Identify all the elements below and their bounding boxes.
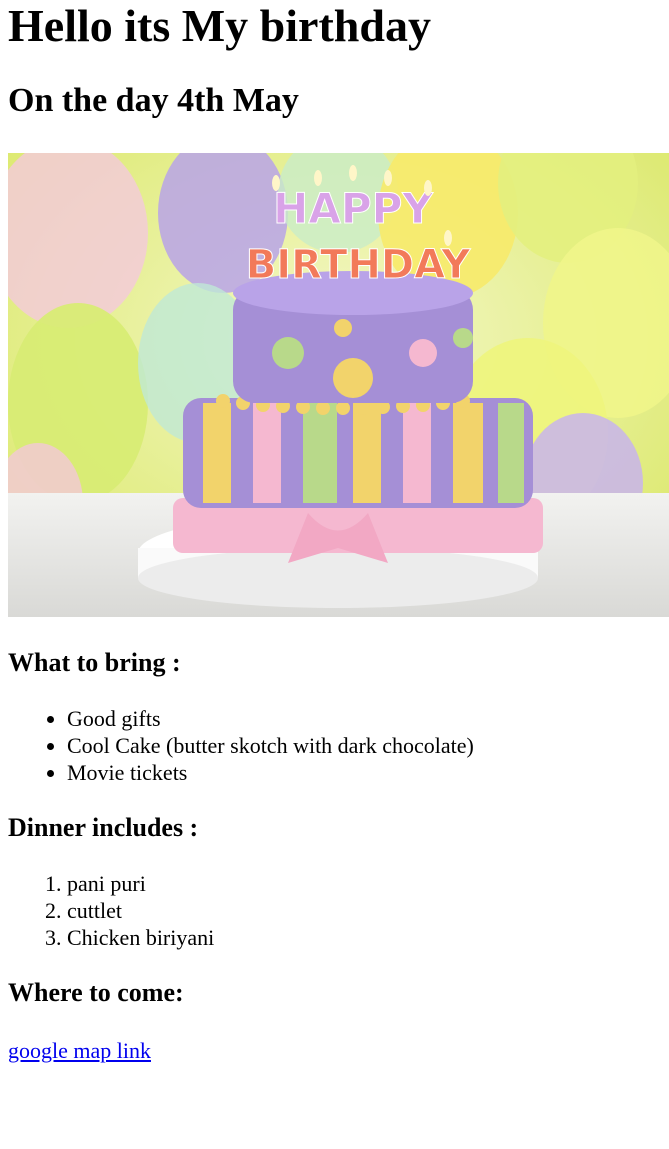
page-title: Hello its My birthday bbox=[8, 0, 431, 51]
cake-text-happy: HAPPY bbox=[273, 184, 433, 233]
list-item: Cool Cake (butter skotch with dark choco… bbox=[67, 732, 661, 759]
cake-text-birthday: BIRTHDAY bbox=[246, 242, 471, 288]
list-item: cuttlet bbox=[67, 897, 661, 924]
google-map-link[interactable]: google map link bbox=[8, 1037, 151, 1064]
birthday-cake-icon: HAPPY BIRTHDAY bbox=[8, 153, 669, 617]
dinner-heading: Dinner includes : bbox=[8, 813, 199, 842]
list-item: Movie tickets bbox=[67, 759, 661, 786]
what-to-bring-heading: What to bring : bbox=[8, 648, 181, 677]
birthday-cake-image: HAPPY BIRTHDAY bbox=[8, 153, 669, 617]
bring-list: Good gifts Cool Cake (butter skotch with… bbox=[8, 705, 661, 786]
list-item: Good gifts bbox=[67, 705, 661, 732]
list-item: Chicken biriyani bbox=[67, 924, 661, 951]
dinner-list: pani puri cuttlet Chicken biriyani bbox=[8, 870, 661, 951]
where-heading: Where to come: bbox=[8, 978, 184, 1007]
list-item: pani puri bbox=[67, 870, 661, 897]
page-subtitle: On the day 4th May bbox=[8, 82, 299, 119]
